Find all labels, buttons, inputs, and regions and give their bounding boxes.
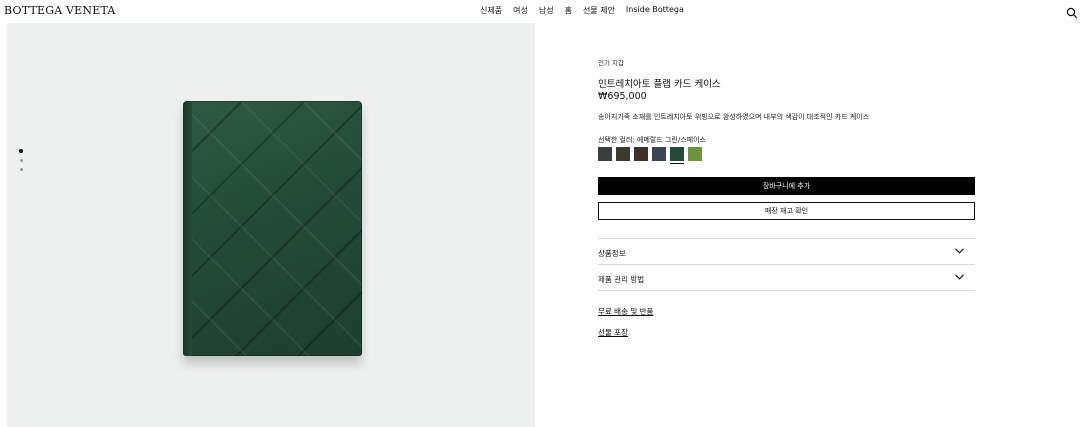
- carousel-dots: [19, 149, 25, 177]
- nav-item-new[interactable]: 신제품: [480, 5, 502, 16]
- brand-logo[interactable]: BOTTEGA VENETA: [4, 4, 116, 17]
- color-swatch[interactable]: [634, 147, 648, 161]
- accordion-label: 상품정보: [598, 249, 626, 258]
- store-stock-button[interactable]: 매장 재고 확인: [598, 202, 975, 220]
- product-description: 송아지가죽 소재를 인트레치아토 위빙으로 완성하였으며 내부의 색감이 대조적…: [598, 113, 870, 121]
- carousel-dot[interactable]: [20, 168, 23, 171]
- carousel-dot[interactable]: [19, 149, 23, 153]
- color-swatches: [598, 147, 706, 164]
- accordion-label: 제품 관리 방법: [598, 275, 645, 284]
- product-image-card-case: [183, 101, 362, 356]
- color-swatch[interactable]: [652, 147, 666, 161]
- color-swatch[interactable]: [688, 147, 702, 161]
- gift-wrap-link[interactable]: 선물 포장: [598, 327, 628, 338]
- chevron-down-icon: [955, 274, 964, 280]
- divider: [598, 238, 975, 239]
- color-swatch[interactable]: [670, 147, 684, 164]
- nav-item-women[interactable]: 여성: [513, 5, 528, 16]
- free-shipping-link[interactable]: 무료 배송 및 반품: [598, 306, 653, 317]
- product-image-panel[interactable]: [7, 23, 535, 427]
- product-title: 인트레치아토 플랩 카드 케이스: [598, 79, 721, 90]
- carousel-dot[interactable]: [20, 159, 23, 162]
- product-details: 인기 지갑 인트레치아토 플랩 카드 케이스 ₩695,000 송아지가죽 소재…: [598, 0, 976, 427]
- divider: [598, 264, 975, 265]
- nav-item-men[interactable]: 남성: [539, 5, 554, 16]
- accordion-care[interactable]: 제품 관리 방법: [598, 266, 975, 290]
- product-price: ₩695,000: [598, 91, 647, 102]
- search-icon[interactable]: [1066, 4, 1078, 19]
- selected-color-label: 선택한 컬러: 에메랄드 그린/스페이스: [598, 136, 706, 144]
- breadcrumb[interactable]: 인기 지갑: [598, 57, 624, 67]
- card-case-fold-edge: [183, 101, 192, 356]
- chevron-down-icon: [955, 248, 964, 254]
- color-swatch[interactable]: [616, 147, 630, 161]
- accordion-product-info[interactable]: 상품정보: [598, 240, 975, 264]
- divider: [598, 290, 975, 291]
- nav-item-home[interactable]: 홈: [565, 5, 572, 16]
- add-to-cart-button[interactable]: 장바구니에 추가: [598, 177, 975, 195]
- color-swatch[interactable]: [598, 147, 612, 161]
